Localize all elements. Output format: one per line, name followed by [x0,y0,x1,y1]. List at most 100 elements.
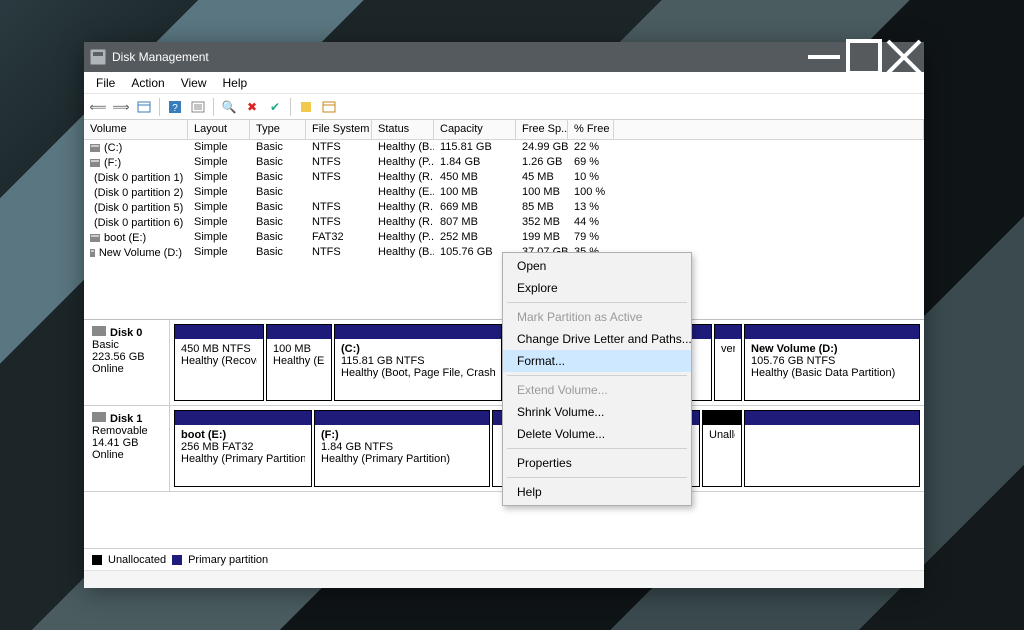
properties-icon[interactable] [188,97,208,117]
volume-fs: NTFS [306,215,372,230]
volume-name: New Volume (D:) [99,247,182,259]
volume-headers[interactable]: Volume Layout Type File System Status Ca… [84,120,924,140]
legend: Unallocated Primary partition [84,548,924,570]
col-layout[interactable]: Layout [188,120,250,139]
ctx-separator [507,477,687,478]
volume-fs [306,185,372,200]
action-icon[interactable] [296,97,316,117]
volume-type: Basic [250,245,306,260]
context-menu: Open Explore Mark Partition as Active Ch… [502,252,692,506]
col-type[interactable]: Type [250,120,306,139]
partition-title: New Volume (D:) [751,343,913,355]
ctx-properties[interactable]: Properties [503,452,691,474]
partition-block[interactable]: boot (E:)256 MB FAT32Healthy (Primary Pa… [174,410,312,487]
volume-row[interactable]: (Disk 0 partition 1)SimpleBasicNTFSHealt… [84,170,924,185]
partition-size: 450 MB NTFS [181,343,257,355]
col-volume[interactable]: Volume [84,120,188,139]
volume-name: (C:) [104,142,122,154]
volume-pct: 100 % [568,185,614,200]
volume-row[interactable]: (Disk 0 partition 5)SimpleBasicNTFSHealt… [84,200,924,215]
volume-row[interactable]: (Disk 0 partition 6)SimpleBasicNTFSHealt… [84,215,924,230]
partition-title: boot (E:) [181,429,305,441]
partition-status: Healthy (Basic Data Partition) [751,367,913,379]
volume-row[interactable]: (F:)SimpleBasicNTFSHealthy (P...1.84 GB1… [84,155,924,170]
volume-layout: Simple [188,170,250,185]
volume-fs: NTFS [306,155,372,170]
partition-title: (C:) [341,343,495,355]
volume-status: Healthy (P... [372,155,434,170]
ctx-format[interactable]: Format... [503,350,691,372]
help-icon[interactable]: ? [165,97,185,117]
partition-size: 105.76 GB NTFS [751,355,913,367]
menu-view[interactable]: View [173,74,215,92]
partition-block[interactable]: 450 MB NTFSHealthy (Recovery [174,324,264,401]
volume-status: Healthy (B... [372,140,434,155]
partition-size: 256 MB FAT32 [181,441,305,453]
volume-layout: Simple [188,230,250,245]
partition-stripe [745,411,919,425]
partition-block[interactable] [744,410,920,487]
menu-help[interactable]: Help [215,74,256,92]
partition-block[interactable]: 100 MBHealthy (EFI S [266,324,332,401]
partition-stripe [175,411,311,425]
ctx-open[interactable]: Open [503,255,691,277]
close-button[interactable] [884,42,924,72]
ctx-shrink[interactable]: Shrink Volume... [503,401,691,423]
col-free[interactable]: Free Sp... [516,120,568,139]
volume-capacity: 100 MB [434,185,516,200]
partition-stripe [267,325,331,339]
volume-type: Basic [250,170,306,185]
volume-free: 199 MB [516,230,568,245]
delete-icon[interactable]: ✖ [242,97,262,117]
ctx-mark-active: Mark Partition as Active [503,306,691,328]
partition-block[interactable]: (C:)115.81 GB NTFSHealthy (Boot, Page Fi… [334,324,502,401]
titlebar[interactable]: Disk Management [84,42,924,72]
disk-size: 223.56 GB [92,351,145,363]
volume-free: 1.26 GB [516,155,568,170]
volume-capacity: 1.84 GB [434,155,516,170]
partition-block[interactable]: Unallocated [702,410,742,487]
col-capacity[interactable]: Capacity [434,120,516,139]
volume-row[interactable]: (Disk 0 partition 2)SimpleBasicHealthy (… [84,185,924,200]
col-filesystem[interactable]: File System [306,120,372,139]
show-hide-tree-icon[interactable] [134,97,154,117]
refresh-icon[interactable]: 🔍 [219,97,239,117]
menu-action[interactable]: Action [123,74,172,92]
volume-layout: Simple [188,155,250,170]
ctx-help[interactable]: Help [503,481,691,503]
list-icon[interactable] [319,97,339,117]
maximize-button[interactable] [844,42,884,72]
disk-name: Disk 0 [110,327,142,339]
volume-type: Basic [250,140,306,155]
minimize-button[interactable] [804,42,844,72]
ctx-delete[interactable]: Delete Volume... [503,423,691,445]
volume-layout: Simple [188,140,250,155]
partition-block[interactable]: (F:)1.84 GB NTFSHealthy (Primary Partiti… [314,410,490,487]
partition-stripe [745,325,919,339]
volume-capacity: 450 MB [434,170,516,185]
check-icon[interactable]: ✔ [265,97,285,117]
disk-label-1[interactable]: Disk 1 Removable 14.41 GB Online [84,406,170,491]
volume-free: 24.99 GB [516,140,568,155]
col-pctfree[interactable]: % Free [568,120,614,139]
volume-status: Healthy (B... [372,245,434,260]
back-icon[interactable]: ⟸ [88,97,108,117]
volume-pct: 10 % [568,170,614,185]
ctx-explore[interactable]: Explore [503,277,691,299]
disk-label-0[interactable]: Disk 0 Basic 223.56 GB Online [84,320,170,405]
forward-icon[interactable]: ⟹ [111,97,131,117]
ctx-change-letter[interactable]: Change Drive Letter and Paths... [503,328,691,350]
partition-size: 100 MB [273,343,325,355]
partition-block[interactable]: very Pa [714,324,742,401]
disk-size: 14.41 GB [92,437,138,449]
volume-name: (Disk 0 partition 6) [94,217,183,229]
volume-status: Healthy (R... [372,215,434,230]
col-status[interactable]: Status [372,120,434,139]
volume-layout: Simple [188,215,250,230]
volume-row[interactable]: (C:)SimpleBasicNTFSHealthy (B...115.81 G… [84,140,924,155]
volume-fs: NTFS [306,245,372,260]
ctx-separator [507,302,687,303]
partition-block[interactable]: New Volume (D:)105.76 GB NTFSHealthy (Ba… [744,324,920,401]
menu-file[interactable]: File [88,74,123,92]
volume-row[interactable]: boot (E:)SimpleBasicFAT32Healthy (P...25… [84,230,924,245]
